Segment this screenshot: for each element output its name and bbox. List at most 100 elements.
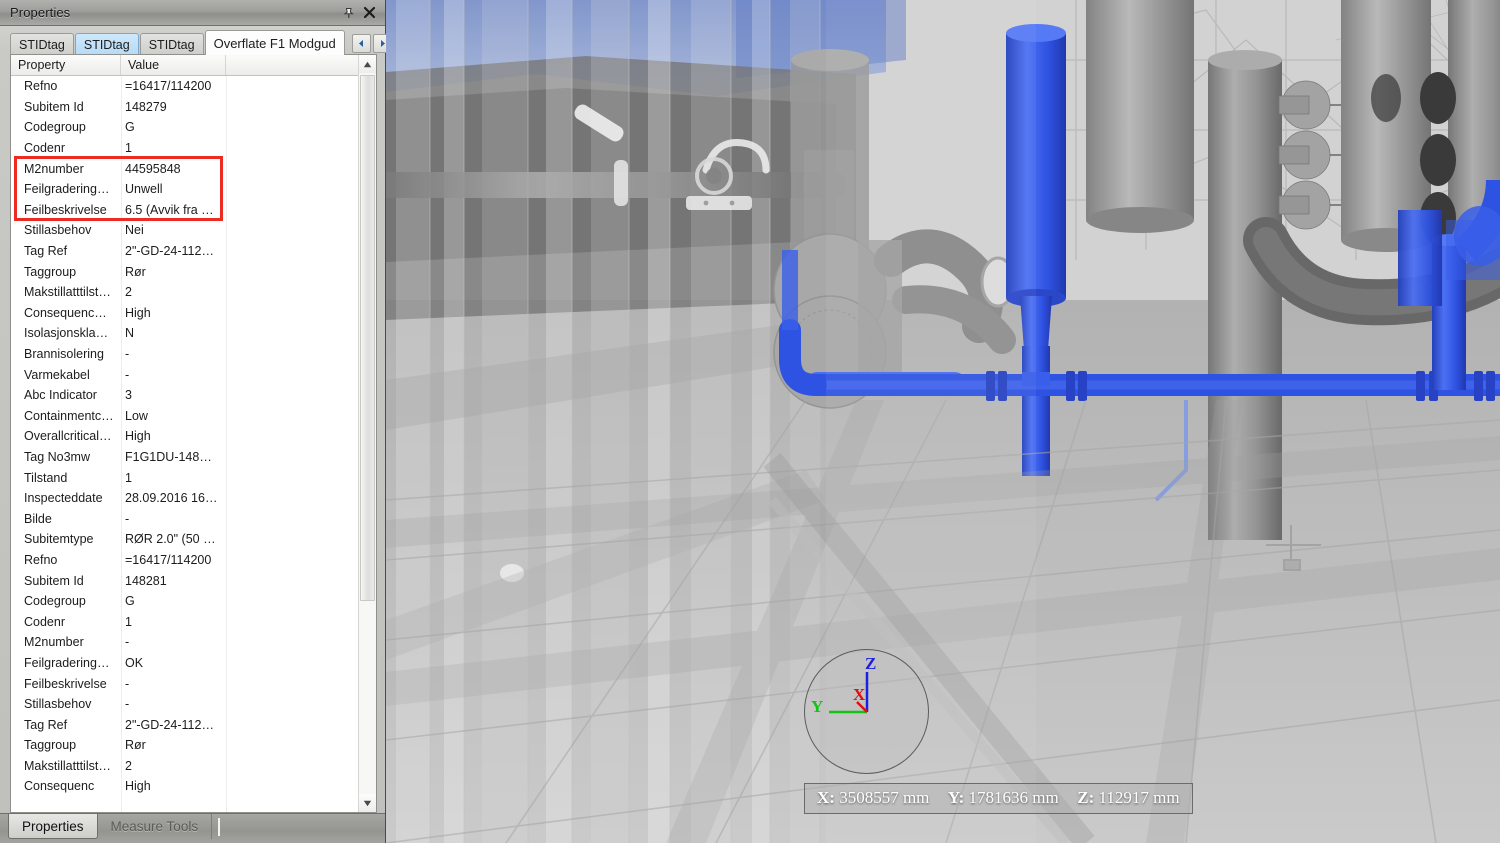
property-row[interactable]: Refno =16417/114200 (11, 550, 376, 571)
property-value-cell: N (125, 326, 135, 341)
property-row[interactable]: Consequenc High (11, 776, 376, 797)
column-header-property[interactable]: Property (11, 55, 121, 75)
property-value-cell: Rør (125, 738, 146, 753)
property-name-cell: Codenr (24, 614, 65, 629)
property-row[interactable]: Taggroup Rør (11, 735, 376, 756)
property-row[interactable]: Codegroup G (11, 591, 376, 612)
close-icon[interactable] (359, 3, 379, 23)
tab-stidtag-3[interactable]: STIDtag (139, 33, 204, 55)
bottom-dock-tabstrip: Properties Measure Tools (0, 813, 385, 843)
property-row[interactable]: Refno =16417/114200 (11, 76, 376, 97)
property-row[interactable]: Makstillatttilst… 2 (11, 282, 376, 303)
property-value-cell: 2"-GD-24-112… (125, 717, 214, 732)
property-row[interactable]: Subitem Id 148279 (11, 97, 376, 118)
property-row[interactable]: Makstillatttilst… 2 (11, 756, 376, 777)
property-name-cell: Subitem Id (24, 573, 84, 588)
tab-stidtag-2[interactable]: STIDtag (74, 33, 139, 55)
property-value-cell: OK (125, 655, 144, 670)
property-name-cell: Containmentc… (24, 408, 114, 423)
property-row[interactable]: Isolasjonskla… N (11, 323, 376, 344)
property-name-cell: Brannisolering (24, 347, 104, 362)
chevron-left-icon[interactable] (351, 34, 371, 53)
property-row[interactable]: Subitem Id 148281 (11, 570, 376, 591)
property-row[interactable]: Taggroup Rør (11, 261, 376, 282)
property-name-cell: Subitemtype (24, 532, 94, 547)
property-value-cell: 2 (125, 758, 132, 773)
property-value-cell: Nei (125, 223, 144, 238)
property-name-cell: Feilbeskrivelse (24, 676, 107, 691)
property-row[interactable]: Codenr 1 (11, 138, 376, 159)
dock-tab-measure-tools[interactable]: Measure Tools (98, 814, 213, 839)
tab-overflate-f1-modgud[interactable]: Overflate F1 Modgud (204, 30, 345, 55)
property-name-cell: Abc Indicator (24, 388, 97, 403)
property-value-cell: High (125, 779, 151, 794)
property-name-cell: Refno (24, 79, 58, 94)
property-name-cell: Stillasbehov (24, 697, 92, 712)
property-row[interactable]: M2number - (11, 632, 376, 653)
property-value-cell: 1 (125, 470, 132, 485)
scroll-down-arrow-icon[interactable] (359, 794, 376, 812)
property-value-cell: High (125, 305, 151, 320)
property-value-cell: 2 (125, 285, 132, 300)
property-name-cell: Tag Ref (24, 717, 68, 732)
property-value-cell: G (125, 120, 135, 135)
dock-tab-properties[interactable]: Properties (8, 814, 98, 839)
tab-label: STIDtag (148, 37, 195, 52)
property-row[interactable]: Inspecteddate 28.09.2016 16… (11, 488, 376, 509)
property-row[interactable]: Containmentc… Low (11, 406, 376, 427)
property-row[interactable]: M2number 44595848 (11, 158, 376, 179)
tab-label: Overflate F1 Modgud (213, 35, 336, 51)
property-row[interactable]: Tag Ref 2"-GD-24-112… (11, 714, 376, 735)
property-value-cell: 2"-GD-24-112… (125, 244, 214, 259)
property-row[interactable]: Feilbeskrivelse 6.5 (Avvik fra … (11, 200, 376, 221)
property-name-cell: Subitem Id (24, 99, 84, 114)
model-3d-render (386, 0, 1500, 843)
property-row[interactable]: Stillasbehov Nei (11, 220, 376, 241)
property-row[interactable]: Stillasbehov - (11, 694, 376, 715)
property-row[interactable]: Feilgradering… Unwell (11, 179, 376, 200)
property-value-cell: - (125, 676, 130, 691)
property-name-cell: Feilgradering… (24, 655, 110, 670)
property-name-cell: M2number (24, 161, 84, 176)
property-name-cell: Refno (24, 552, 58, 567)
model-3d-viewport[interactable]: Z X Y X: 3508557 mm Y: 1781636 mm Z: 112… (386, 0, 1500, 843)
property-name-cell: Codegroup (24, 594, 86, 609)
property-set-tabstrip: STIDtag STIDtag STIDtag Overflate F1 Mod… (0, 26, 392, 55)
property-name-cell: Inspecteddate (24, 491, 103, 506)
scroll-up-arrow-icon[interactable] (359, 55, 376, 73)
column-header-extra[interactable] (226, 55, 376, 75)
property-row[interactable]: Tag No3mw F1G1DU-148… (11, 447, 376, 468)
property-grid-scrollbar[interactable] (358, 55, 376, 812)
property-grid-body[interactable]: Refno =16417/114200 Subitem Id 148279 Codegr… (11, 76, 376, 812)
property-value-cell: - (125, 511, 130, 526)
property-value-cell: Rør (125, 264, 146, 279)
property-row[interactable]: Subitemtype RØR 2.0" (50 … (11, 529, 376, 550)
property-row[interactable]: Tilstand 1 (11, 467, 376, 488)
property-name-cell: Feilgradering… (24, 182, 110, 197)
property-name-cell: Bilde (24, 511, 52, 526)
property-row[interactable]: Tag Ref 2"-GD-24-112… (11, 241, 376, 262)
property-row[interactable]: Consequenc… High (11, 303, 376, 324)
property-row[interactable]: Abc Indicator 3 (11, 385, 376, 406)
tab-stidtag-1[interactable]: STIDtag (10, 33, 74, 55)
property-row[interactable]: Codenr 1 (11, 611, 376, 632)
property-name-cell: Codegroup (24, 120, 86, 135)
scrollbar-thumb[interactable] (360, 75, 375, 602)
scrollbar-track[interactable] (359, 73, 376, 794)
property-value-cell: - (125, 697, 130, 712)
properties-dock-panel: Properties STIDtag STIDtag STIDtag Overf… (0, 0, 392, 843)
pin-icon[interactable] (339, 3, 359, 23)
property-row[interactable]: Varmekabel - (11, 364, 376, 385)
property-row[interactable]: Bilde - (11, 508, 376, 529)
property-row[interactable]: Overallcritical… High (11, 426, 376, 447)
property-value-cell: 6.5 (Avvik fra … (125, 202, 214, 217)
property-value-cell: G (125, 594, 135, 609)
property-value-cell: 148279 (125, 99, 167, 114)
property-row[interactable]: Codegroup G (11, 117, 376, 138)
property-value-cell: - (125, 347, 130, 362)
property-row[interactable]: Feilgradering… OK (11, 653, 376, 674)
property-row[interactable]: Brannisolering - (11, 344, 376, 365)
property-row[interactable]: Feilbeskrivelse - (11, 673, 376, 694)
column-header-value[interactable]: Value (121, 55, 226, 75)
property-name-cell: Consequenc (24, 779, 95, 794)
